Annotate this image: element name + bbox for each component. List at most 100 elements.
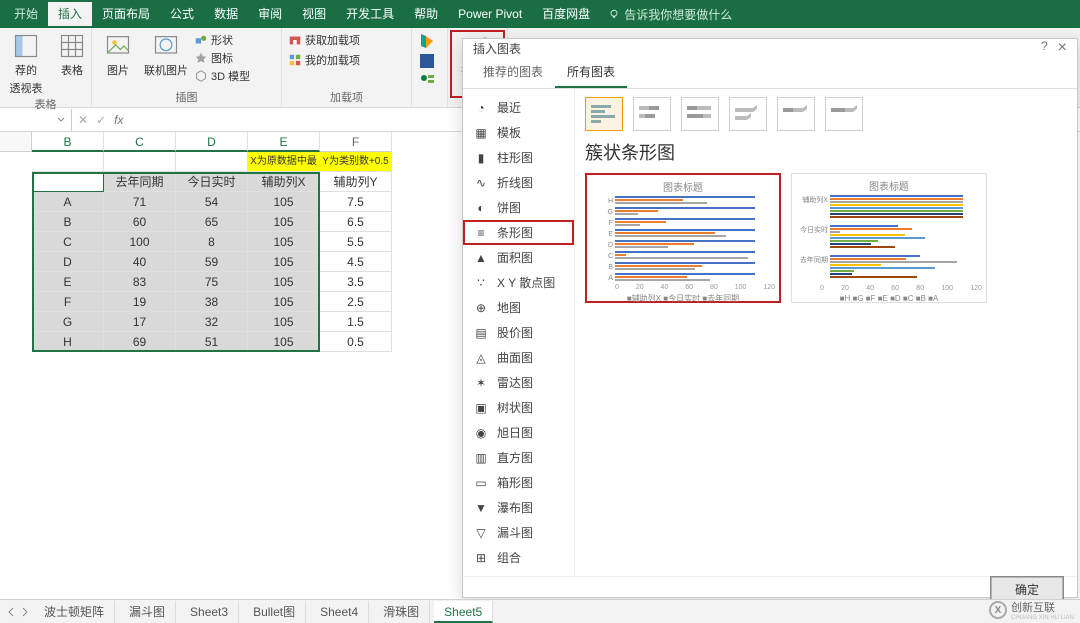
chart-category-item[interactable]: ∿折线图 <box>463 170 574 195</box>
data-cell[interactable]: 19 <box>104 292 176 312</box>
col-header-C[interactable]: C <box>104 132 176 152</box>
data-cell[interactable]: H <box>32 332 104 352</box>
next-sheet-icon[interactable] <box>20 607 30 617</box>
subtype-3d-100stacked[interactable] <box>825 97 863 131</box>
data-cell[interactable]: 69 <box>104 332 176 352</box>
data-cell[interactable]: 105 <box>248 312 320 332</box>
data-cell[interactable]: 3.5 <box>320 272 392 292</box>
subtype-stacked-bar[interactable] <box>633 97 671 131</box>
data-cell[interactable]: 6.5 <box>320 212 392 232</box>
data-cell[interactable]: 83 <box>104 272 176 292</box>
data-cell[interactable]: 8 <box>176 232 248 252</box>
tab-page-layout[interactable]: 页面布局 <box>92 2 160 26</box>
note-cell-e[interactable]: X为原数据中最大值+5 <box>248 152 320 172</box>
data-cell[interactable]: B <box>32 212 104 232</box>
chart-category-item[interactable]: ▤股价图 <box>463 320 574 345</box>
chart-category-item[interactable]: ◬曲面图 <box>463 345 574 370</box>
online-pictures-button[interactable]: 联机图片 <box>144 32 188 78</box>
subtype-100stacked-bar[interactable] <box>681 97 719 131</box>
subtype-clustered-bar[interactable] <box>585 97 623 131</box>
data-cell[interactable]: E <box>32 272 104 292</box>
subtype-3d-clustered[interactable] <box>729 97 767 131</box>
data-cell[interactable]: 105 <box>248 232 320 252</box>
data-cell[interactable]: 100 <box>104 232 176 252</box>
data-cell[interactable]: 38 <box>176 292 248 312</box>
chart-preview-1[interactable]: 图表标题 HGFEDCBA 020406080100120 ■辅助列X ■今日实… <box>585 173 781 303</box>
sheet-tab-5[interactable]: 滑珠图 <box>373 601 430 623</box>
header-cell-f[interactable]: 辅助列Y <box>320 172 392 192</box>
data-cell[interactable]: 2.5 <box>320 292 392 312</box>
data-cell[interactable]: A <box>32 192 104 212</box>
dialog-tab-recommended[interactable]: 推荐的图表 <box>471 57 555 88</box>
chart-category-item[interactable]: ✶雷达图 <box>463 370 574 395</box>
data-cell[interactable]: G <box>32 312 104 332</box>
chart-category-item[interactable]: ⊞组合 <box>463 545 574 570</box>
sheet-tab-2[interactable]: Sheet3 <box>180 601 239 623</box>
data-cell[interactable]: 60 <box>104 212 176 232</box>
model3d-button[interactable]: 3D 模型 <box>194 68 250 84</box>
data-cell[interactable]: 105 <box>248 212 320 232</box>
chart-category-item[interactable]: ◔最近 <box>463 95 574 120</box>
dialog-close-button[interactable]: × <box>1058 39 1067 57</box>
subtype-3d-stacked[interactable] <box>777 97 815 131</box>
data-cell[interactable]: 5.5 <box>320 232 392 252</box>
tab-view[interactable]: 视图 <box>292 2 336 26</box>
data-cell[interactable]: 75 <box>176 272 248 292</box>
data-cell[interactable]: 105 <box>248 192 320 212</box>
tab-review[interactable]: 审阅 <box>248 2 292 26</box>
chart-category-item[interactable]: ▮柱形图 <box>463 145 574 170</box>
data-cell[interactable]: 71 <box>104 192 176 212</box>
dialog-tab-all[interactable]: 所有图表 <box>555 57 627 88</box>
tab-insert[interactable]: 插入 <box>48 2 92 26</box>
data-cell[interactable]: 65 <box>176 212 248 232</box>
select-all-triangle[interactable] <box>0 132 32 152</box>
data-cell[interactable]: 105 <box>248 252 320 272</box>
table-button[interactable]: 表格 <box>52 32 92 78</box>
note-cell-f[interactable]: Y为类别数+0.5 <box>320 152 392 172</box>
data-cell[interactable]: 59 <box>176 252 248 272</box>
data-cell[interactable]: C <box>32 232 104 252</box>
data-cell[interactable]: 105 <box>248 292 320 312</box>
chart-category-item[interactable]: ▥直方图 <box>463 445 574 470</box>
chart-category-item[interactable]: ▭箱形图 <box>463 470 574 495</box>
sheet-tab-3[interactable]: Bullet图 <box>243 601 306 623</box>
get-addins-button[interactable]: 获取加载项 <box>288 32 360 48</box>
chart-category-item[interactable]: ◉旭日图 <box>463 420 574 445</box>
sheet-tab-4[interactable]: Sheet4 <box>310 601 369 623</box>
chart-category-item[interactable]: ◐饼图 <box>463 195 574 220</box>
data-cell[interactable]: 40 <box>104 252 176 272</box>
data-cell[interactable]: 32 <box>176 312 248 332</box>
chart-preview-2[interactable]: 图表标题 辅助列X今日实时去年同期 020406080100120 ■H ■G … <box>791 173 987 303</box>
tab-pivot[interactable]: Power Pivot <box>448 2 532 26</box>
chart-category-item[interactable]: ▼瀑布图 <box>463 495 574 520</box>
chart-category-item[interactable]: ▦模板 <box>463 120 574 145</box>
col-header-F[interactable]: F <box>320 132 392 152</box>
chart-category-item[interactable]: ⊕地图 <box>463 295 574 320</box>
data-cell[interactable]: 54 <box>176 192 248 212</box>
shapes-button[interactable]: 形状 <box>194 32 250 48</box>
chart-category-item[interactable]: ▣树状图 <box>463 395 574 420</box>
data-cell[interactable]: D <box>32 252 104 272</box>
fx-icon[interactable]: fx <box>114 113 123 127</box>
chart-category-item[interactable]: ∵X Y 散点图 <box>463 270 574 295</box>
data-cell[interactable]: F <box>32 292 104 312</box>
header-cell-b[interactable] <box>32 172 104 192</box>
icons-button[interactable]: 图标 <box>194 50 250 66</box>
data-cell[interactable]: 105 <box>248 272 320 292</box>
dialog-help-button[interactable]: ? <box>1041 39 1048 57</box>
tab-data[interactable]: 数据 <box>204 2 248 26</box>
chart-category-item[interactable]: ▽漏斗图 <box>463 520 574 545</box>
col-header-B[interactable]: B <box>32 132 104 152</box>
header-cell-e[interactable]: 辅助列X <box>248 172 320 192</box>
tab-home[interactable]: 开始 <box>4 2 48 26</box>
pivot-recommend-button[interactable]: 荐的 透视表 <box>6 32 46 96</box>
data-cell[interactable]: 105 <box>248 332 320 352</box>
data-cell[interactable]: 1.5 <box>320 312 392 332</box>
people-graph-icon[interactable] <box>418 72 436 90</box>
header-cell-d[interactable]: 今日实时 <box>176 172 248 192</box>
tab-formulas[interactable]: 公式 <box>160 2 204 26</box>
name-box[interactable] <box>0 109 72 131</box>
chart-category-item[interactable]: ≡条形图 <box>463 220 574 245</box>
col-header-D[interactable]: D <box>176 132 248 152</box>
data-cell[interactable]: 7.5 <box>320 192 392 212</box>
